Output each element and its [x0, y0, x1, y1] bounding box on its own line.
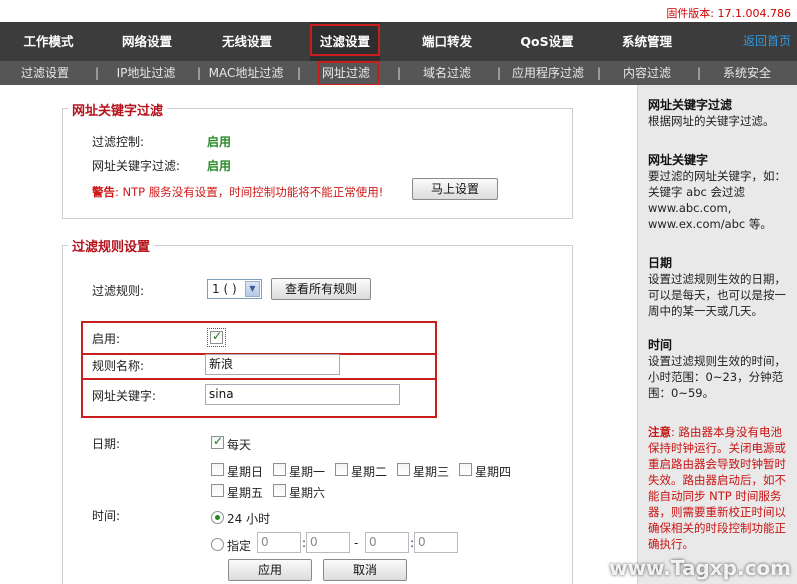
subnav-mac-filter[interactable]: MAC地址过滤: [206, 61, 286, 85]
nav-system[interactable]: 系统管理: [597, 22, 697, 61]
weekday-checkbox-sun[interactable]: [211, 463, 224, 476]
time-label: 时间:: [92, 509, 121, 523]
subnav-separator: |: [297, 66, 302, 80]
rule-label: 过滤规则:: [92, 284, 145, 298]
warning-text: : NTP 服务没有设置，时间控制功能将不能正常使用!: [115, 185, 384, 199]
weekday-checkbox-fri[interactable]: [211, 484, 224, 497]
keyword-filter-value: 启用: [207, 159, 232, 173]
weekday-label-tue: 星期二: [351, 465, 388, 479]
subnav-separator: |: [597, 66, 602, 80]
weekday-label-sun: 星期日: [227, 465, 264, 479]
top-bar: 固件版本: 17.1.004.786: [0, 0, 797, 22]
subnav-separator: |: [497, 66, 502, 80]
warning-prefix: 警告: [92, 185, 115, 199]
url-keyword-input[interactable]: sina: [205, 384, 400, 405]
subnav-separator: |: [697, 66, 702, 80]
help-sidebar: 网址关键字过滤 根据网址的关键字过滤。 网址关键字 要过滤的网址关键字，如：关键…: [637, 85, 797, 584]
subnav-app-filter[interactable]: 应用程序过滤: [506, 61, 590, 85]
rule-select[interactable]: 1 ( ) ▼: [207, 279, 262, 299]
time-dash: -: [354, 536, 359, 550]
enable-label: 启用:: [92, 332, 121, 346]
weekday-checkbox-sat[interactable]: [273, 484, 286, 497]
weekday-label-sat: 星期六: [289, 486, 326, 500]
help-text-keyword-filter: 根据网址的关键字过滤。: [648, 114, 775, 128]
end-hour-input[interactable]: 0: [365, 532, 409, 553]
weekday-checkbox-thu[interactable]: [459, 463, 472, 476]
help-text-time: 设置过滤规则生效的时间，小时范围：0~23，分钟范围：0~59。: [648, 354, 786, 400]
weekday-label-wed: 星期三: [413, 465, 450, 479]
help-block-time: 时间 设置过滤规则生效的时间，小时范围：0~23，分钟范围：0~59。: [648, 336, 792, 401]
date-label: 日期:: [92, 437, 121, 451]
time-24h-radio[interactable]: [211, 511, 224, 524]
help-title-keyword-filter: 网址关键字过滤: [648, 98, 733, 112]
time-custom-label: 指定: [227, 539, 252, 553]
content-area: 网址关键字过滤 过滤控制: 启用 网址关键字过滤: 启用 警告: NTP 服务没…: [0, 85, 637, 584]
weekday-label-fri: 星期五: [227, 486, 264, 500]
view-all-rules-button[interactable]: 查看所有规则: [271, 278, 371, 300]
help-text-keyword: 要过滤的网址关键字，如：关键字 abc 会过滤 www.abc.com, www…: [648, 169, 786, 231]
weekday-checkbox-tue[interactable]: [335, 463, 348, 476]
start-minute-input[interactable]: 0: [306, 532, 350, 553]
apply-button[interactable]: 应用: [228, 559, 312, 581]
help-note-prefix: 注意: [648, 425, 671, 439]
rule-name-input[interactable]: 新浪: [205, 354, 340, 375]
subnav-system-security[interactable]: 系统安全: [712, 61, 782, 85]
help-note: 注意: 路由器本身没有电池保持时钟运行。关闭电源或重启路由器会导致时钟暂时失效。…: [648, 424, 792, 552]
firmware-version: 固件版本: 17.1.004.786: [666, 7, 791, 20]
time-control-label: 过滤控制:: [92, 135, 145, 149]
highlight-enable-row: [81, 321, 437, 355]
weekday-checkbox-wed[interactable]: [397, 463, 410, 476]
watermark: www.Tagxp.com: [609, 556, 791, 580]
main-nav: 工作模式 网络设置 无线设置 过滤设置 端口转发 QoS设置 系统管理 返回首页: [0, 22, 797, 61]
chevron-down-icon: ▼: [245, 281, 260, 297]
everyday-label: 每天: [227, 438, 252, 452]
weekday-checkbox-mon[interactable]: [273, 463, 286, 476]
help-block-date: 日期 设置过滤规则生效的日期，可以是每天，也可以是按一周中的某一天或几天。: [648, 254, 792, 319]
keyword-section-title: 网址关键字过滤: [68, 100, 168, 119]
subnav-ip-filter[interactable]: IP地址过滤: [106, 61, 186, 85]
help-title-keyword: 网址关键字: [648, 153, 709, 167]
time-24h-label: 24 小时: [227, 512, 271, 526]
nav-qos[interactable]: QoS设置: [497, 22, 597, 61]
keyword-filter-label: 网址关键字过滤:: [92, 159, 181, 173]
ntp-warning: 警告: NTP 服务没有设置，时间控制功能将不能正常使用!: [92, 184, 383, 200]
nav-port-forward[interactable]: 端口转发: [397, 22, 497, 61]
start-hour-input[interactable]: 0: [257, 532, 301, 553]
weekday-label-thu: 星期四: [475, 465, 512, 479]
highlight-nav-filter: [310, 24, 380, 56]
help-note-text: : 路由器本身没有电池保持时钟运行。关闭电源或重启路由器会导致时钟暂时失效。路由…: [648, 425, 786, 551]
rule-name-label: 规则名称:: [92, 359, 145, 373]
rule-section-title: 过滤规则设置: [68, 236, 155, 255]
subnav-separator: |: [95, 66, 100, 80]
subnav-content-filter[interactable]: 内容过滤: [612, 61, 682, 85]
back-home-link[interactable]: 返回首页: [743, 22, 791, 61]
nav-work-mode[interactable]: 工作模式: [0, 22, 97, 61]
sub-nav: 过滤设置 | IP地址过滤 | MAC地址过滤 | 网址过滤 | 域名过滤 | …: [0, 61, 797, 85]
highlight-subnav-url: [318, 61, 379, 86]
url-keyword-label: 网址关键字:: [92, 389, 157, 403]
subnav-separator: |: [397, 66, 402, 80]
help-block-keyword-filter: 网址关键字过滤 根据网址的关键字过滤。: [648, 96, 792, 129]
everyday-checkbox[interactable]: [211, 434, 224, 449]
setup-now-button[interactable]: 马上设置: [412, 178, 498, 200]
time-custom-radio[interactable]: [211, 538, 224, 551]
subnav-domain-filter[interactable]: 域名过滤: [412, 61, 482, 85]
end-minute-input[interactable]: 0: [414, 532, 458, 553]
help-title-date: 日期: [648, 256, 673, 270]
nav-wireless[interactable]: 无线设置: [197, 22, 297, 61]
help-text-date: 设置过滤规则生效的日期，可以是每天，也可以是按一周中的某一天或几天。: [648, 272, 786, 318]
rule-select-value: 1 ( ): [212, 282, 237, 296]
nav-network[interactable]: 网络设置: [97, 22, 197, 61]
subnav-separator: |: [197, 66, 202, 80]
help-title-time: 时间: [648, 338, 673, 352]
weekday-label-mon: 星期一: [289, 465, 326, 479]
help-block-keyword: 网址关键字 要过滤的网址关键字，如：关键字 abc 会过滤 www.abc.co…: [648, 151, 792, 232]
cancel-button[interactable]: 取消: [323, 559, 407, 581]
time-control-value: 启用: [207, 135, 232, 149]
subnav-filter-settings[interactable]: 过滤设置: [10, 61, 80, 85]
checkbox-focus-ring: [207, 328, 226, 347]
